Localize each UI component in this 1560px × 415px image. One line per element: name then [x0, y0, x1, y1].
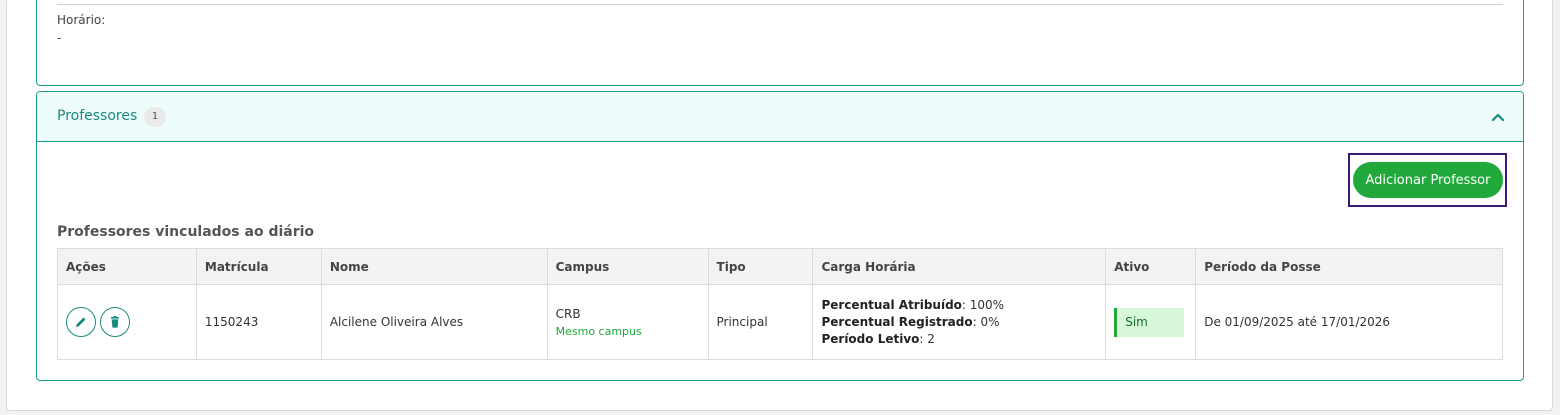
nome-cell: Alcilene Oliveira Alves [320, 284, 548, 360]
carga-label: Percentual Atribuído [821, 297, 962, 312]
ativo-badge: Sim [1114, 307, 1185, 337]
campus-cell: CRB Mesmo campus [546, 284, 709, 360]
divider [57, 4, 1503, 5]
column-header: Ações [57, 248, 197, 285]
carga-line: Percentual Atribuído: 100% [821, 297, 1097, 314]
professores-panel: Professores 1 Adicionar Professor Profes… [36, 91, 1524, 381]
add-professor-focus-frame: Adicionar Professor [1348, 153, 1507, 207]
professores-table: Ações Matrícula Nome Campus Tipo Carga H… [57, 248, 1503, 360]
carga-value: : 2 [919, 331, 935, 346]
horario-label: Horário: [57, 13, 106, 27]
campus-value: CRB [555, 306, 581, 321]
actions-cell [57, 284, 197, 360]
chevron-up-icon[interactable] [1491, 110, 1505, 124]
carga-value: : 0% [972, 314, 1000, 329]
matricula-cell: 1150243 [195, 284, 322, 360]
section-title: Professores vinculados ao diário [57, 224, 315, 240]
carga-line: Percentual Registrado: 0% [821, 314, 1097, 331]
add-professor-button[interactable]: Adicionar Professor [1353, 162, 1503, 198]
column-header: Campus [546, 248, 709, 285]
carga-label: Período Letivo [821, 331, 920, 346]
column-header: Carga Horária [812, 248, 1107, 285]
professores-header[interactable]: Professores 1 [37, 92, 1523, 142]
periodo-posse-cell: De 01/09/2025 até 17/01/2026 [1195, 284, 1503, 360]
carga-horaria-cell: Percentual Atribuído: 100% Percentual Re… [812, 284, 1107, 360]
column-header: Matrícula [195, 248, 322, 285]
column-header: Nome [320, 248, 548, 285]
professores-title: Professores [57, 108, 138, 124]
edit-button[interactable] [66, 307, 96, 337]
campus-note: Mesmo campus [555, 324, 642, 338]
column-header: Tipo [707, 248, 814, 285]
trash-icon [111, 316, 119, 328]
column-header: Ativo [1105, 248, 1197, 285]
ativo-cell: Sim [1105, 284, 1197, 360]
table-row: 1150243 Alcilene Oliveira Alves CRB Mesm… [57, 284, 1503, 360]
delete-button[interactable] [100, 307, 130, 337]
pencil-icon [76, 317, 86, 327]
tipo-cell: Principal [707, 284, 814, 360]
details-panel: Horário: - [36, 0, 1524, 86]
column-header: Período da Posse [1195, 248, 1503, 285]
horario-value: - [57, 31, 62, 45]
carga-line: Período Letivo: 2 [821, 331, 1097, 348]
carga-value: : 100% [961, 297, 1005, 312]
professores-count-badge: 1 [144, 107, 166, 127]
table-header-row: Ações Matrícula Nome Campus Tipo Carga H… [57, 248, 1503, 285]
carga-label: Percentual Registrado [821, 314, 973, 329]
